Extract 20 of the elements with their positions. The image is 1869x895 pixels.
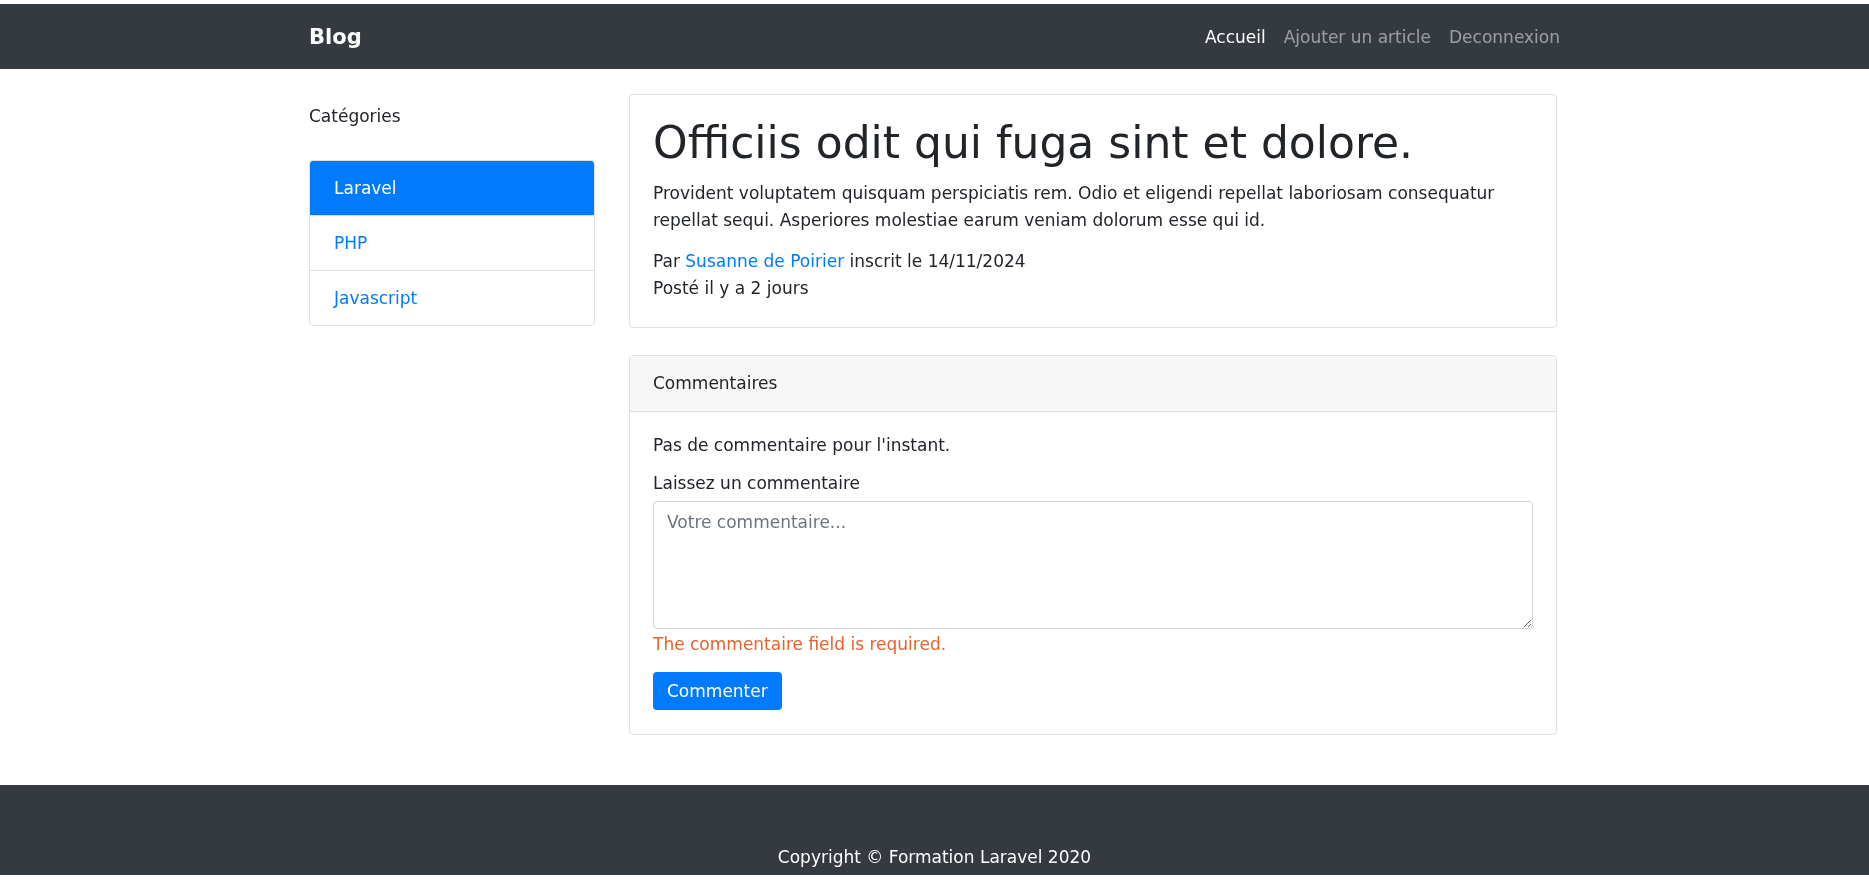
category-item[interactable]: Laravel xyxy=(310,161,594,215)
article-body: Provident voluptatem quisquam perspiciatis rem. Odio et eligendi repellat laboriosam consequatur repellat sequi. Asperiores molestiae earum veniam dolorum esse qui id. xyxy=(653,181,1496,232)
author-link[interactable]: Susanne de Poirier xyxy=(685,251,845,272)
comment-label: Laissez un commentaire xyxy=(653,472,862,493)
comment-field[interactable]: Votre commentaire... xyxy=(653,500,1533,629)
empty-comments-text: Pas de commentaire pour l'instant. xyxy=(653,433,952,457)
nav-link[interactable]: Ajouter un article xyxy=(1283,26,1432,47)
comments-header: Commentaires xyxy=(630,355,1556,412)
author-line: Par Susanne de Poirier inscrit le 14/11/2024 xyxy=(653,250,1027,274)
sidebar-title: Catégories xyxy=(309,105,402,128)
brand-title[interactable]: Blog xyxy=(309,24,362,49)
category-item[interactable]: PHP xyxy=(310,215,594,270)
article-title: Officiis odit qui fuga sint et dolore. xyxy=(653,117,1415,170)
category-item[interactable]: Javascript xyxy=(310,270,594,325)
copyright-text: Copyright © Formation Laravel 2020 xyxy=(777,847,1092,867)
submit-button[interactable]: Commenter xyxy=(653,671,782,710)
error-message: The commentaire field is required. xyxy=(653,632,948,656)
nav-link[interactable]: Accueil xyxy=(1205,26,1266,47)
posted-date: Posté il y a 2 jours xyxy=(653,277,810,301)
nav-link[interactable]: Deconnexion xyxy=(1449,26,1560,47)
